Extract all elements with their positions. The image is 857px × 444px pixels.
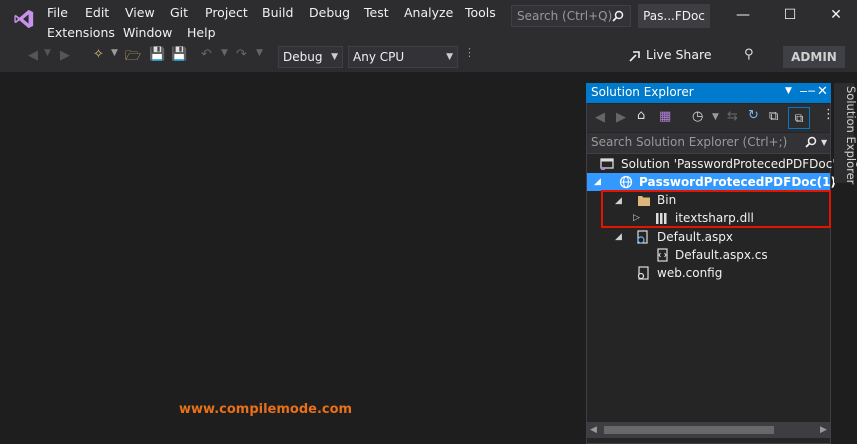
scroll-left-icon[interactable]: ◀ — [590, 425, 597, 435]
se-back-icon[interactable]: ◀ — [595, 110, 605, 125]
menu-tools[interactable]: Tools — [465, 5, 496, 20]
forward-icon[interactable]: ▶ — [60, 48, 70, 63]
refresh-icon[interactable]: ↻ — [748, 108, 759, 123]
config-dropdown[interactable]: Debug ▼ — [278, 46, 343, 68]
scroll-right-icon[interactable]: ▶ — [820, 425, 827, 435]
scrollbar-thumb[interactable] — [604, 426, 774, 434]
web-page-icon — [637, 230, 648, 244]
solution-icon — [600, 158, 614, 170]
window-title: Pas...FDoc — [638, 4, 710, 28]
admin-badge: ADMIN — [783, 46, 845, 68]
chevron-down-icon: ▼ — [446, 52, 453, 62]
save-all-icon[interactable]: 💾 — [171, 47, 187, 62]
config-file-icon — [637, 266, 649, 280]
redo-icon[interactable]: ↷ — [236, 47, 247, 62]
search-icon — [612, 10, 624, 22]
editor-area — [0, 72, 584, 444]
menu-help[interactable]: Help — [187, 25, 216, 40]
history-icon[interactable]: ◷ — [692, 109, 703, 124]
panel-close-icon[interactable]: ✕ — [817, 84, 828, 99]
menu-git[interactable]: Git — [170, 5, 188, 20]
home-icon[interactable]: ⌂ — [637, 108, 645, 123]
side-tab-label: Solution Explorer — [844, 86, 857, 185]
tree-item-bin[interactable]: Bin — [657, 193, 676, 207]
collapsed-icon[interactable]: ▷ — [633, 213, 640, 223]
toolbar-overflow-icon[interactable]: ⋮ — [464, 46, 475, 59]
back-icon[interactable]: ◀ — [28, 48, 38, 63]
platform-dropdown[interactable]: Any CPU ▼ — [348, 46, 458, 68]
chevron-down-icon: ▼ — [331, 52, 338, 62]
se-search-placeholder: Search Solution Explorer (Ctrl+;) — [591, 135, 788, 149]
menu-analyze[interactable]: Analyze — [404, 5, 453, 20]
menu-window[interactable]: Window — [123, 25, 172, 40]
menu-debug[interactable]: Debug — [309, 5, 350, 20]
tree-item-default-cs[interactable]: Default.aspx.cs — [675, 248, 768, 262]
code-file-icon — [657, 248, 668, 262]
collapse-all-icon[interactable]: ⧉ — [769, 109, 778, 124]
tree-item-solution[interactable]: Solution 'PasswordProtecedPDFDoc' (1 o — [621, 157, 857, 171]
search-placeholder: Search (Ctrl+Q) — [517, 9, 613, 23]
menu-build[interactable]: Build — [262, 5, 293, 20]
expanded-icon[interactable]: ◢ — [594, 177, 601, 187]
live-share-icon — [629, 51, 640, 62]
back-dropdown-icon[interactable]: ▼ — [44, 48, 51, 58]
undo-icon[interactable]: ↶ — [201, 47, 212, 62]
save-icon[interactable]: 💾 — [149, 47, 165, 62]
expanded-icon[interactable]: ◢ — [615, 232, 622, 242]
menu-test[interactable]: Test — [364, 5, 389, 20]
live-share-button[interactable]: Live Share — [646, 47, 712, 62]
new-dropdown-icon[interactable]: ▼ — [111, 48, 118, 58]
close-icon[interactable]: ✕ — [826, 6, 846, 24]
se-forward-icon[interactable]: ▶ — [616, 110, 626, 125]
open-folder-icon[interactable]: 🗁 — [125, 47, 141, 69]
switch-views-icon[interactable]: ▦ — [659, 109, 671, 124]
feedback-icon[interactable]: ⚲ — [744, 47, 754, 62]
solution-explorer-title: Solution Explorer — [591, 85, 694, 99]
menu-edit[interactable]: Edit — [85, 5, 109, 20]
reference-icon — [656, 213, 667, 224]
se-search-icon — [805, 136, 817, 148]
web-project-icon — [619, 175, 633, 189]
history-dropdown-icon[interactable]: ▼ — [712, 112, 719, 122]
tree-item-default-aspx[interactable]: Default.aspx — [657, 230, 733, 244]
se-search-dropdown-icon[interactable]: ▼ — [821, 138, 827, 147]
folder-icon — [638, 196, 650, 206]
redo-dropdown-icon[interactable]: ▼ — [256, 48, 263, 58]
panel-options-icon[interactable]: ▼ — [785, 86, 792, 96]
menu-project[interactable]: Project — [205, 5, 248, 20]
search-input[interactable]: Search (Ctrl+Q) — [511, 5, 631, 27]
sync-icon[interactable]: ⇆ — [727, 109, 738, 124]
watermark-text: www.compilemode.com — [179, 402, 353, 417]
maximize-icon[interactable]: ☐ — [780, 6, 800, 24]
pin-icon[interactable]: −─ — [799, 85, 815, 98]
show-all-files-icon[interactable]: ⧉ — [788, 107, 810, 129]
undo-dropdown-icon[interactable]: ▼ — [221, 48, 228, 58]
platform-value: Any CPU — [353, 50, 405, 64]
tree-item-dll[interactable]: itextsharp.dll — [675, 211, 754, 225]
menu-view[interactable]: View — [125, 5, 155, 20]
menu-file[interactable]: File — [47, 5, 68, 20]
config-value: Debug — [283, 50, 323, 64]
visual-studio-logo-icon — [14, 9, 34, 29]
minimize-icon[interactable]: — — [733, 6, 753, 24]
new-project-icon[interactable]: ✧ — [93, 47, 104, 62]
expanded-icon[interactable]: ◢ — [615, 196, 622, 206]
solution-explorer-search[interactable]: Search Solution Explorer (Ctrl+;) — [587, 133, 830, 154]
menu-extensions[interactable]: Extensions — [47, 25, 115, 40]
tree-item-project-label: PasswordProtecedPDFDoc(1) — [639, 175, 836, 189]
tree-item-web-config[interactable]: web.config — [657, 266, 722, 280]
